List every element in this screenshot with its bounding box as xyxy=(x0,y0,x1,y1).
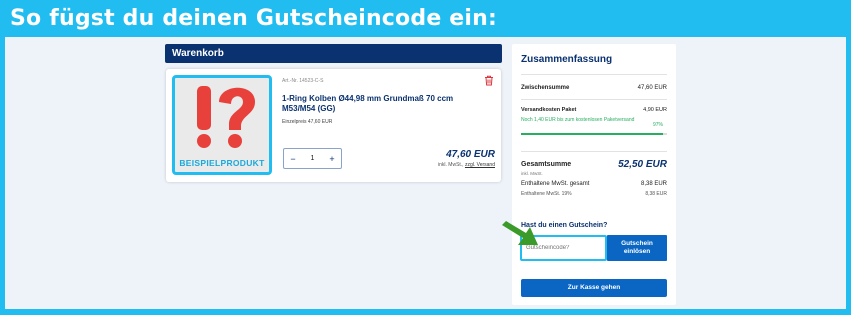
divider xyxy=(521,99,667,100)
free-shipping-percent: 97% xyxy=(653,122,664,128)
cart-header: Warenkorb xyxy=(165,44,502,63)
increase-quantity-button[interactable]: + xyxy=(323,154,341,164)
total-label: Gesamtsumme xyxy=(521,161,572,168)
total-row: Gesamtsumme 52,50 EUR xyxy=(521,159,667,170)
shipping-link[interactable]: zzgl. Versand xyxy=(465,162,495,168)
total-sub-row: inkl. MwSt. xyxy=(521,171,667,176)
shipping-row: Versandkosten Paket 4,90 EUR xyxy=(521,107,667,113)
product-image-label: BEISPIELPRODUKT xyxy=(179,158,265,168)
subtotal-value: 47,60 EUR xyxy=(637,85,667,91)
product-name[interactable]: 1-Ring Kolben Ø44,98 mm Grundmaß 70 ccm … xyxy=(282,94,482,114)
product-image[interactable]: BEISPIELPRODUKT xyxy=(172,75,272,175)
vat-total-row: Enthaltene MwSt. gesamt 8,38 EUR xyxy=(521,181,667,187)
unit-price: Einzelpreis 47,60 EUR xyxy=(282,119,333,125)
tax-note: inkl. MwSt., zzgl. Versand xyxy=(438,162,495,168)
banner-title: So fügst du deinen Gutscheincode ein: xyxy=(10,6,498,31)
arrow-icon xyxy=(502,221,538,245)
cart-item-card: BEISPIELPRODUKT Art.-Nr. 14523-C-S 1-Rin… xyxy=(166,69,501,182)
checkout-button[interactable]: Zur Kasse gehen xyxy=(521,279,667,297)
total-value: 52,50 EUR xyxy=(618,159,667,170)
vat-19-label: Enthaltene MwSt. 19% xyxy=(521,191,572,197)
quantity-stepper: − 1 + xyxy=(283,148,342,169)
free-shipping-progress xyxy=(521,133,667,135)
subtotal-label: Zwischensumme xyxy=(521,85,570,91)
divider xyxy=(521,74,667,75)
divider xyxy=(521,151,667,152)
vat-19-row: Enthaltene MwSt. 19% 8,38 EUR xyxy=(521,191,667,197)
total-sub: inkl. MwSt. xyxy=(521,171,543,176)
line-total: 47,60 EUR xyxy=(446,149,495,160)
redeem-coupon-button[interactable]: Gutschein einlösen xyxy=(607,235,667,261)
trash-icon[interactable] xyxy=(484,75,494,86)
shipping-value: 4,90 EUR xyxy=(643,107,667,113)
article-number: Art.-Nr. 14523-C-S xyxy=(282,78,324,84)
shipping-label: Versandkosten Paket xyxy=(521,107,577,113)
quantity-value[interactable]: 1 xyxy=(311,155,315,162)
vat-total-label: Enthaltene MwSt. gesamt xyxy=(521,181,590,187)
tax-prefix: inkl. MwSt., xyxy=(438,162,464,168)
free-shipping-progress-fill xyxy=(521,133,663,135)
vat-19-value: 8,38 EUR xyxy=(645,191,667,197)
summary-panel: Zusammenfassung Zwischensumme 47,60 EUR … xyxy=(512,44,676,305)
summary-title: Zusammenfassung xyxy=(521,54,613,65)
free-shipping-hint: Noch 1,40 EUR bis zum kostenlosen Paketv… xyxy=(521,117,635,123)
vat-total-value: 8,38 EUR xyxy=(640,181,667,187)
subtotal-row: Zwischensumme 47,60 EUR xyxy=(521,85,667,91)
decrease-quantity-button[interactable]: − xyxy=(284,154,302,164)
